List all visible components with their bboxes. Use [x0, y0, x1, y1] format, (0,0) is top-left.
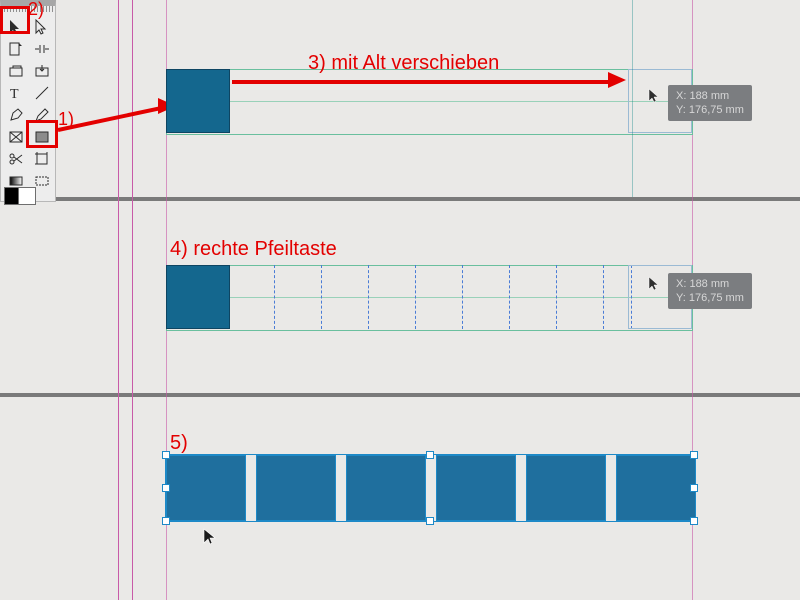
ruler-guide-left-outer[interactable] — [118, 0, 119, 600]
stroke-swatch[interactable] — [18, 187, 36, 205]
placer-icon — [34, 63, 50, 79]
panel-divider-1 — [0, 197, 800, 201]
position-tooltip-1: X: 188 mm Y: 176,75 mm — [668, 85, 752, 121]
spacing-guide — [556, 265, 557, 329]
panel-2 — [166, 265, 691, 329]
spacing-guide — [321, 265, 322, 329]
collector-icon — [8, 63, 24, 79]
position-tooltip-2: X: 188 mm Y: 176,75 mm — [668, 273, 752, 309]
drag-cursor — [648, 88, 660, 108]
highlight-selection-tool — [0, 6, 30, 34]
tooltip-1-y: Y: 176,75 mm — [676, 103, 744, 117]
gap-tool[interactable] — [29, 38, 55, 60]
spacing-guide — [462, 265, 463, 329]
panel-divider-2 — [0, 393, 800, 397]
spacing-guide — [509, 265, 510, 329]
color-swatches[interactable] — [0, 187, 54, 207]
tooltip-1-x: X: 188 mm — [676, 89, 744, 103]
type-tool[interactable]: T — [3, 82, 29, 104]
result-shape-5[interactable] — [526, 455, 606, 521]
content-placer-tool[interactable] — [29, 60, 55, 82]
sel-handle[interactable] — [426, 451, 434, 459]
smart-guide-1 — [632, 0, 633, 197]
result-shape-2[interactable] — [256, 455, 336, 521]
line-icon — [34, 85, 50, 101]
transform-icon — [34, 151, 50, 167]
rect-frame-icon — [8, 129, 24, 145]
frame-midline-1 — [166, 101, 691, 102]
highlight-rectangle-tool — [26, 120, 58, 148]
result-shape-4[interactable] — [436, 455, 516, 521]
result-shape-6[interactable] — [616, 455, 696, 521]
arrow-3-head — [608, 72, 626, 88]
ruler-guide-left-inner[interactable] — [132, 0, 133, 600]
content-collector-tool[interactable] — [3, 60, 29, 82]
annotation-3: 3) mit Alt verschieben — [308, 52, 499, 75]
sel-handle[interactable] — [426, 517, 434, 525]
hollow-cursor-icon — [34, 19, 50, 35]
mouse-cursor — [203, 528, 217, 551]
result-shape-1[interactable] — [166, 455, 246, 521]
result-shape-3[interactable] — [346, 455, 426, 521]
free-transform-tool[interactable] — [29, 148, 55, 170]
sel-handle[interactable] — [162, 451, 170, 459]
sel-handle[interactable] — [690, 484, 698, 492]
arrow-3-line — [232, 80, 612, 84]
scissors-icon — [8, 151, 24, 167]
page-tool[interactable] — [3, 38, 29, 60]
annotation-2: 2) — [28, 0, 44, 20]
svg-text:T: T — [10, 87, 19, 101]
drag-cursor-2 — [648, 276, 660, 296]
panel-3 — [166, 455, 694, 521]
sel-handle[interactable] — [162, 484, 170, 492]
shape-original-2[interactable] — [166, 265, 230, 329]
frame-midline-2 — [166, 297, 691, 298]
content-frame-2[interactable] — [166, 265, 693, 331]
page-icon — [8, 41, 24, 57]
gap-icon — [34, 41, 50, 57]
spacing-guide — [368, 265, 369, 329]
sel-handle[interactable] — [690, 517, 698, 525]
line-tool[interactable] — [29, 82, 55, 104]
shape-original-1[interactable] — [166, 69, 230, 133]
type-icon: T — [8, 85, 24, 101]
annotation-5: 5) — [170, 432, 188, 455]
spacing-guide — [274, 265, 275, 329]
scissors-tool[interactable] — [3, 148, 29, 170]
tooltip-2-y: Y: 176,75 mm — [676, 291, 744, 305]
sel-handle[interactable] — [690, 451, 698, 459]
annotation-4: 4) rechte Pfeiltaste — [170, 238, 337, 261]
tooltip-2-x: X: 188 mm — [676, 277, 744, 291]
sel-handle[interactable] — [162, 517, 170, 525]
pen-icon — [8, 107, 24, 123]
spacing-guide — [415, 265, 416, 329]
spacing-guide — [603, 265, 604, 329]
